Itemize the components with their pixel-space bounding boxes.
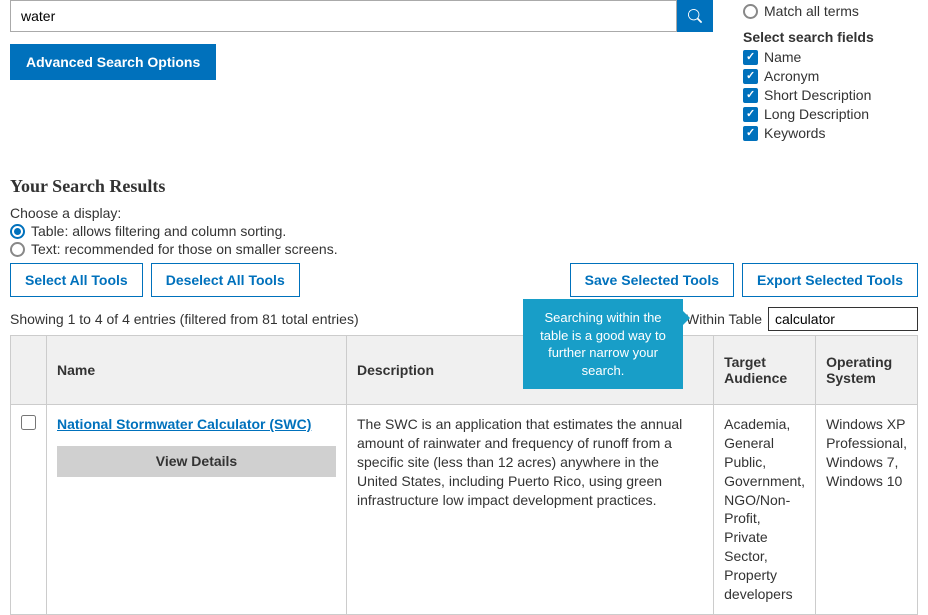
field-name-label: Name [764,49,801,65]
search-input[interactable] [10,0,677,32]
row-select-checkbox[interactable] [21,415,36,430]
field-keywords-label: Keywords [764,125,825,141]
display-table-radio[interactable] [10,224,25,239]
field-long-desc-label: Long Description [764,106,869,122]
results-table: Name Description Target Audience Operati… [10,335,918,615]
match-all-radio[interactable] [743,4,758,19]
tool-link[interactable]: National Stormwater Calculator (SWC) [57,416,311,432]
deselect-all-button[interactable]: Deselect All Tools [151,263,300,297]
search-within-input[interactable] [768,307,918,331]
description-cell: The SWC is an application that estimates… [347,405,714,615]
target-cell: Academia, General Public, Government, NG… [714,405,816,615]
export-selected-button[interactable]: Export Selected Tools [742,263,918,297]
display-text-label: Text: recommended for those on smaller s… [31,241,338,257]
display-table-label: Table: allows filtering and column sorti… [31,223,286,239]
search-within-tooltip: Searching within the table is a good way… [523,299,683,389]
display-label: Choose a display: [10,205,918,221]
search-icon [688,9,702,23]
os-cell: Windows XP Professional, Windows 7, Wind… [816,405,918,615]
advanced-search-button[interactable]: Advanced Search Options [10,44,216,80]
field-name-checkbox[interactable] [743,50,758,65]
entries-count: Showing 1 to 4 of 4 entries (filtered fr… [10,311,359,327]
field-short-desc-checkbox[interactable] [743,88,758,103]
table-row: National Stormwater Calculator (SWC) Vie… [11,405,918,615]
search-button[interactable] [677,0,713,32]
field-long-desc-checkbox[interactable] [743,107,758,122]
view-details-button[interactable]: View Details [57,446,336,477]
display-text-radio[interactable] [10,242,25,257]
os-header[interactable]: Operating System [816,336,918,405]
field-acronym-checkbox[interactable] [743,69,758,84]
field-short-desc-label: Short Description [764,87,871,103]
field-keywords-checkbox[interactable] [743,126,758,141]
select-all-button[interactable]: Select All Tools [10,263,143,297]
match-all-label: Match all terms [764,3,859,19]
save-selected-button[interactable]: Save Selected Tools [570,263,734,297]
results-heading: Your Search Results [10,176,918,197]
target-header[interactable]: Target Audience [714,336,816,405]
search-fields-heading: Select search fields [743,29,918,45]
field-acronym-label: Acronym [764,68,819,84]
name-header[interactable]: Name [47,336,347,405]
select-header[interactable] [11,336,47,405]
